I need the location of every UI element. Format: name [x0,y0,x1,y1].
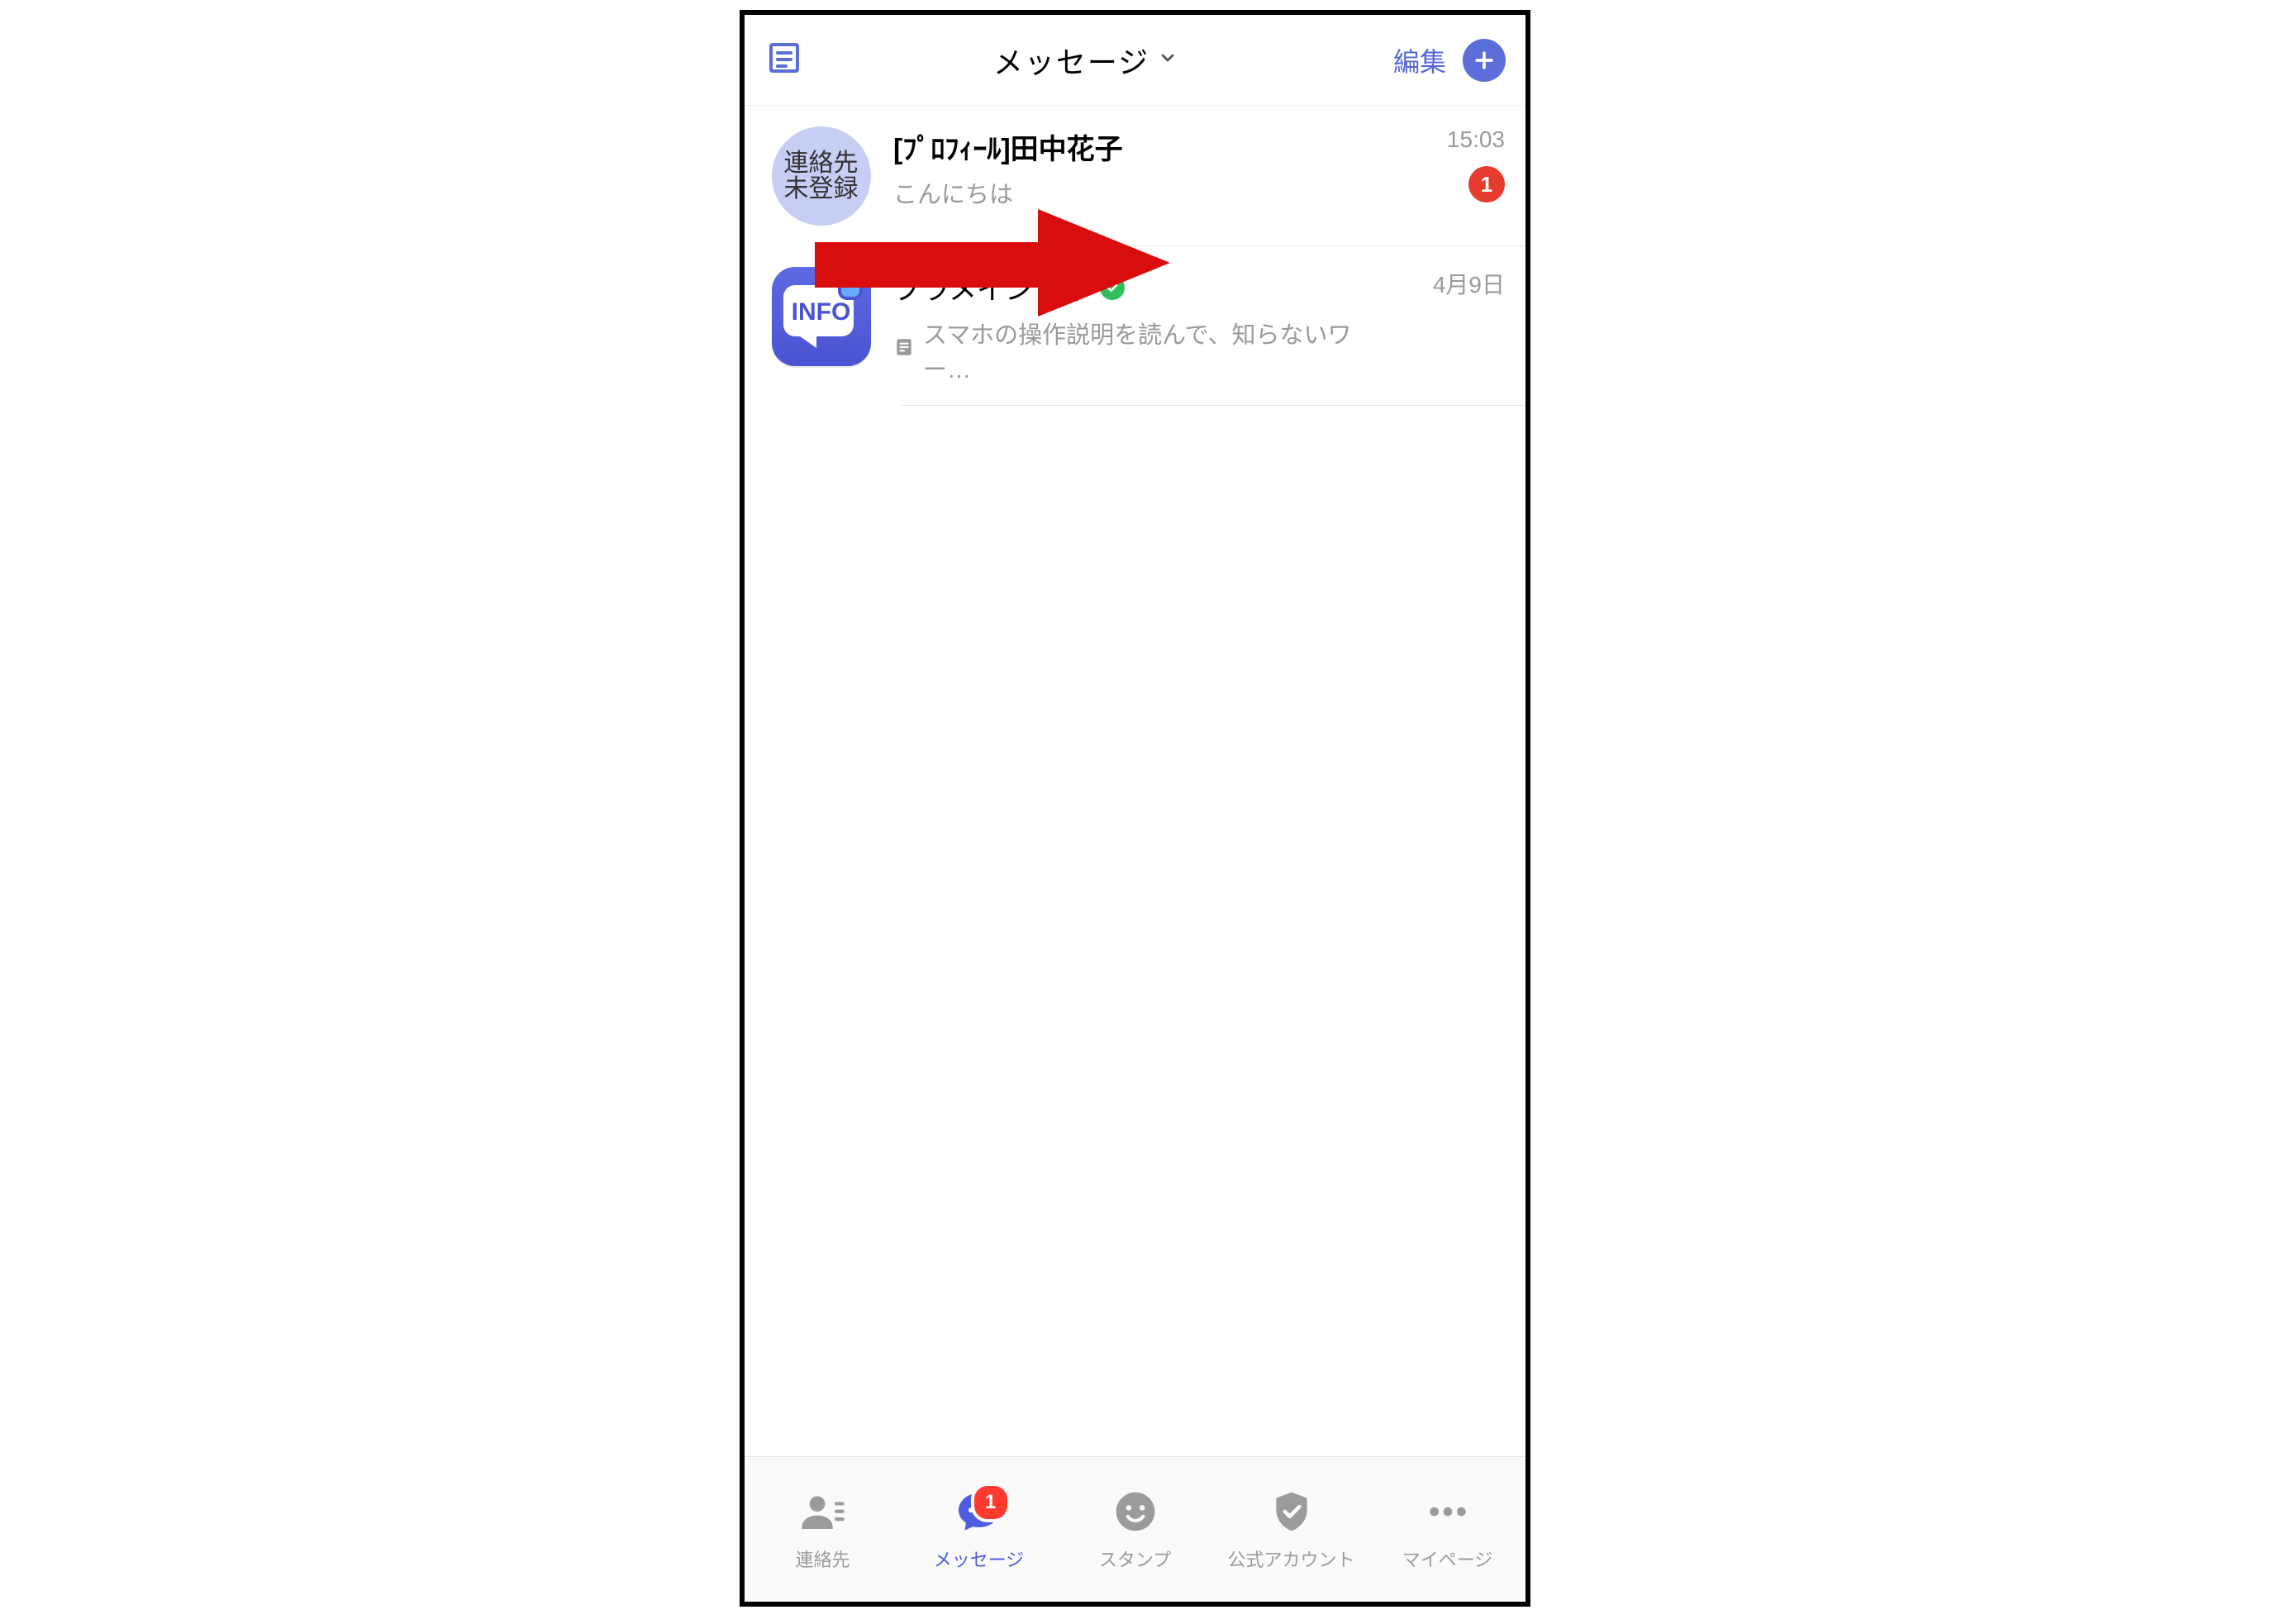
avatar-line1: 連絡先 [784,150,859,177]
app-window: メッセージ 編集 連絡先 未登録 [740,10,1530,1607]
avatar-info: INFO [772,267,871,366]
tab-label: マイページ [1402,1545,1493,1572]
contacts-icon [800,1488,846,1539]
tab-label: メッセージ [934,1545,1025,1572]
title-dropdown[interactable]: メッセージ [831,39,1340,82]
compose-button[interactable] [1463,39,1506,82]
avatar-info-label: INFO [772,298,871,326]
link-preview-icon [893,336,915,364]
tab-contacts[interactable]: 連絡先 [745,1457,901,1602]
more-icon [1425,1488,1471,1539]
tab-label: 連絡先 [795,1545,850,1572]
chat-list: 連絡先 未登録 [ﾌﾟﾛﾌｨｰﾙ]田中花子 こんにちは 15:03 1 [745,106,1525,406]
chat-preview: スマホの操作説明を読んで、知らないワー… [923,316,1389,385]
tab-bar: 連絡先 1 メッセージ スタンプ [745,1456,1525,1602]
chat-row[interactable]: 連絡先 未登録 [ﾌﾟﾛﾌｨｰﾙ]田中花子 こんにちは 15:03 1 [745,106,1525,246]
chat-title: プラメインフォ [893,267,1088,307]
chat-title: [ﾌﾟﾛﾌｨｰﾙ]田中花子 [893,126,1123,167]
stamp-icon [1112,1488,1159,1539]
page-title: メッセージ [993,39,1149,82]
official-icon [1268,1488,1315,1539]
tab-mypage[interactable]: マイページ [1369,1457,1525,1602]
tab-label: スタンプ [1099,1545,1171,1572]
chevron-down-icon [1158,48,1178,72]
avatar-unregistered: 連絡先 未登録 [772,126,871,226]
tab-stamps[interactable]: スタンプ [1057,1457,1213,1602]
chat-preview: こんにちは [893,175,1013,210]
tab-label: 公式アカウント [1227,1545,1354,1572]
news-icon[interactable] [764,38,804,82]
tab-badge: 1 [971,1483,1011,1522]
tab-messages[interactable]: 1 メッセージ [901,1457,1057,1602]
tab-official[interactable]: 公式アカウント [1213,1457,1369,1602]
chat-time: 15:03 [1389,126,1505,153]
edit-button[interactable]: 編集 [1393,41,1446,79]
verified-icon [1100,275,1125,300]
chat-row[interactable]: INFO プラメインフォ スマホの操作 [745,246,1525,406]
unread-badge: 1 [1468,166,1505,202]
avatar-line2: 未登録 [784,176,859,202]
chat-time: 4月9日 [1389,267,1505,300]
header: メッセージ 編集 [745,15,1525,106]
